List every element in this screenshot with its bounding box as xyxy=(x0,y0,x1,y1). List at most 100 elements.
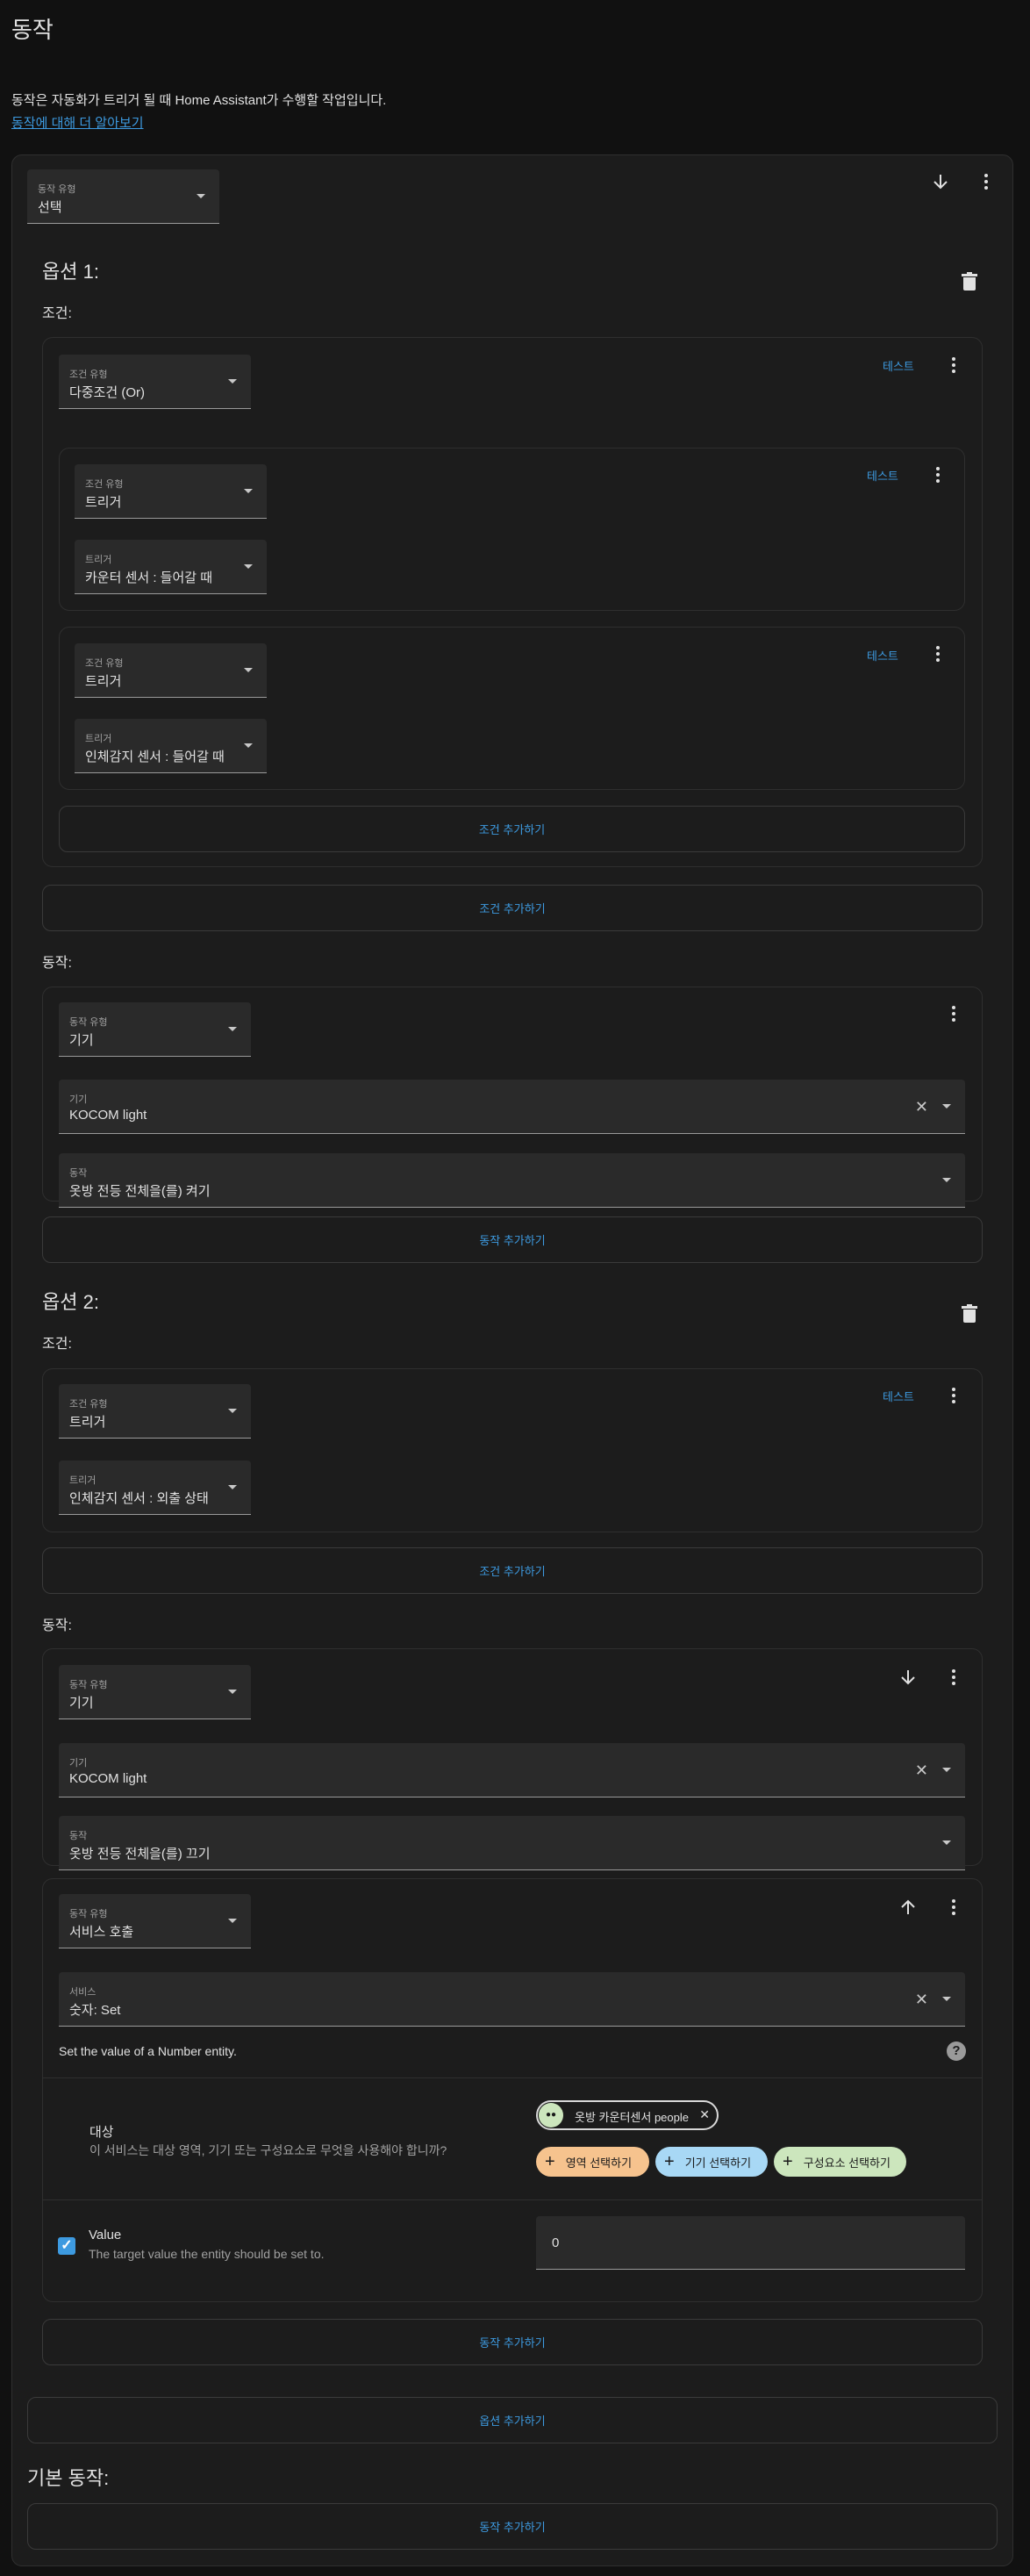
action-type-select[interactable]: 동작 유형 서비스 호출 xyxy=(59,1894,251,1948)
people-icon: ●● xyxy=(539,2103,563,2128)
clear-icon[interactable]: ✕ xyxy=(915,1991,928,2007)
action-type-select[interactable]: 동작 유형 기기 xyxy=(59,1002,251,1057)
condition-type-value: 트리거 xyxy=(69,1415,106,1430)
sub-condition-type-select[interactable]: 조건 유형 트리거 xyxy=(75,464,267,519)
device-label: 기기 xyxy=(69,1094,88,1105)
target-entity-label: 옷방 카운터센서 people xyxy=(575,2111,689,2124)
add-action-button[interactable]: 동작 추가하기 xyxy=(42,1216,983,1263)
action-type-value: 기기 xyxy=(69,1696,94,1711)
trigger-select[interactable]: 트리거 인체감지 센서 : 외출 상태 xyxy=(59,1460,251,1515)
chevron-down-icon xyxy=(244,489,253,493)
action-type-value: 기기 xyxy=(69,1033,94,1048)
add-action-button[interactable]: 동작 추가하기 xyxy=(42,2319,983,2365)
value-input[interactable]: 0 xyxy=(536,2216,965,2270)
divider xyxy=(43,2077,982,2078)
add-option-button[interactable]: 옵션 추가하기 xyxy=(27,2397,998,2443)
chevron-down-icon xyxy=(244,743,253,748)
condition-type-value: 트리거 xyxy=(85,495,122,510)
value-checkbox[interactable]: ✓ xyxy=(58,2237,75,2255)
action-type-label: 동작 유형 xyxy=(38,184,76,195)
action-type-select[interactable]: 동작 유형 기기 xyxy=(59,1665,251,1719)
service-select[interactable]: 서비스 숫자: Set ✕ xyxy=(59,1972,965,2027)
arrow-down-icon[interactable] xyxy=(930,171,951,192)
condition-type-label: 조건 유형 xyxy=(69,370,108,380)
choose-area-button[interactable]: + 영역 선택하기 xyxy=(536,2147,649,2177)
more-menu-icon[interactable] xyxy=(945,1385,962,1406)
more-menu-icon[interactable] xyxy=(977,171,995,192)
page-title: 동작 xyxy=(11,17,54,43)
value-title: Value xyxy=(89,2228,122,2242)
device-select[interactable]: 기기 KOCOM light ✕ xyxy=(59,1080,965,1134)
trigger-label: 트리거 xyxy=(85,555,112,565)
target-description: 이 서비스는 대상 영역, 기기 또는 구성요소로 무엇을 사용해야 합니까? xyxy=(89,2143,447,2157)
trigger-select[interactable]: 트리거 인체감지 센서 : 들어갈 때 xyxy=(75,719,267,773)
more-menu-icon[interactable] xyxy=(945,1667,962,1688)
add-condition-button[interactable]: 조건 추가하기 xyxy=(42,885,983,931)
choose-entity-button[interactable]: + 구성요소 선택하기 xyxy=(774,2147,906,2177)
device-action-select[interactable]: 동작 옷방 전등 전체을(를) 켜기 xyxy=(59,1153,965,1208)
condition-type-select[interactable]: 조건 유형 트리거 xyxy=(59,1384,251,1439)
plus-icon: + xyxy=(664,2152,675,2171)
condition-type-value: 트리거 xyxy=(85,674,122,689)
action-type-label: 동작 유형 xyxy=(69,1909,108,1919)
more-menu-icon[interactable] xyxy=(945,355,962,376)
option2-conditions-label: 조건: xyxy=(42,1337,72,1352)
value-description: The target value the entity should be se… xyxy=(89,2247,325,2261)
chevron-down-icon xyxy=(244,564,253,569)
more-menu-icon[interactable] xyxy=(945,1897,962,1918)
add-default-action-button[interactable]: 동작 추가하기 xyxy=(27,2503,998,2550)
action-type-value: 서비스 호출 xyxy=(69,1925,134,1940)
delete-option1-icon[interactable] xyxy=(962,272,977,291)
sub-condition-type-select[interactable]: 조건 유형 트리거 xyxy=(75,643,267,698)
trigger-value: 인체감지 센서 : 외출 상태 xyxy=(69,1491,209,1506)
choose-area-label: 영역 선택하기 xyxy=(565,2156,633,2170)
learn-more-link[interactable]: 동작에 대해 더 알아보기 xyxy=(11,113,144,132)
remove-chip-icon[interactable]: ✕ xyxy=(699,2107,710,2122)
chevron-down-icon xyxy=(942,1841,951,1845)
device-value: KOCOM light xyxy=(69,1108,147,1123)
clear-icon[interactable]: ✕ xyxy=(915,1762,928,1778)
test-button[interactable]: 테스트 xyxy=(867,467,898,484)
service-value: 숫자: Set xyxy=(69,2003,121,2018)
more-menu-icon[interactable] xyxy=(945,1003,962,1024)
condition-type-label: 조건 유형 xyxy=(69,1399,108,1410)
chevron-down-icon xyxy=(228,379,237,384)
plus-icon: + xyxy=(545,2152,555,2171)
target-title: 대상 xyxy=(89,2125,114,2140)
choose-device-button[interactable]: + 기기 선택하기 xyxy=(655,2147,768,2177)
condition-type-label: 조건 유형 xyxy=(85,479,124,490)
test-button[interactable]: 테스트 xyxy=(867,647,898,664)
arrow-up-icon[interactable] xyxy=(898,1897,919,1918)
divider xyxy=(43,2199,982,2200)
add-inner-condition-button[interactable]: 조건 추가하기 xyxy=(59,806,965,852)
trigger-value: 인체감지 센서 : 들어갈 때 xyxy=(85,750,225,764)
chevron-down-icon xyxy=(942,1178,951,1182)
arrow-down-icon[interactable] xyxy=(898,1667,919,1688)
device-select[interactable]: 기기 KOCOM light ✕ xyxy=(59,1743,965,1797)
choose-entity-label: 구성요소 선택하기 xyxy=(803,2156,891,2170)
target-entity-chip[interactable]: ●● 옷방 카운터센서 people ✕ xyxy=(536,2100,719,2130)
device-action-select[interactable]: 동작 옷방 전등 전체을(를) 끄기 xyxy=(59,1816,965,1870)
or-condition-type-select[interactable]: 조건 유형 다중조건 (Or) xyxy=(59,355,251,409)
test-button[interactable]: 테스트 xyxy=(883,357,914,374)
action-type-select[interactable]: 동작 유형 선택 xyxy=(27,169,219,224)
device-value: KOCOM light xyxy=(69,1771,147,1786)
clear-icon[interactable]: ✕ xyxy=(915,1099,928,1115)
default-actions-title: 기본 동작: xyxy=(27,2467,110,2489)
add-condition-button[interactable]: 조건 추가하기 xyxy=(42,1547,983,1594)
trigger-value: 카운터 센서 : 들어갈 때 xyxy=(85,570,213,585)
trigger-label: 트리거 xyxy=(85,734,112,744)
more-menu-icon[interactable] xyxy=(929,464,947,485)
plus-icon: + xyxy=(783,2152,793,2171)
trigger-select[interactable]: 트리거 카운터 센서 : 들어갈 때 xyxy=(75,540,267,594)
option1-title: 옵션 1: xyxy=(42,261,99,283)
chevron-down-icon xyxy=(228,1485,237,1489)
test-button[interactable]: 테스트 xyxy=(883,1388,914,1404)
option2-actions-label: 동작: xyxy=(42,1618,72,1633)
chevron-down-icon xyxy=(942,1997,951,2001)
delete-option2-icon[interactable] xyxy=(962,1304,977,1324)
service-label: 서비스 xyxy=(69,1987,97,1998)
more-menu-icon[interactable] xyxy=(929,643,947,664)
help-icon[interactable]: ? xyxy=(947,2041,966,2061)
device-action-value: 옷방 전등 전체을(를) 끄기 xyxy=(69,1847,211,1862)
